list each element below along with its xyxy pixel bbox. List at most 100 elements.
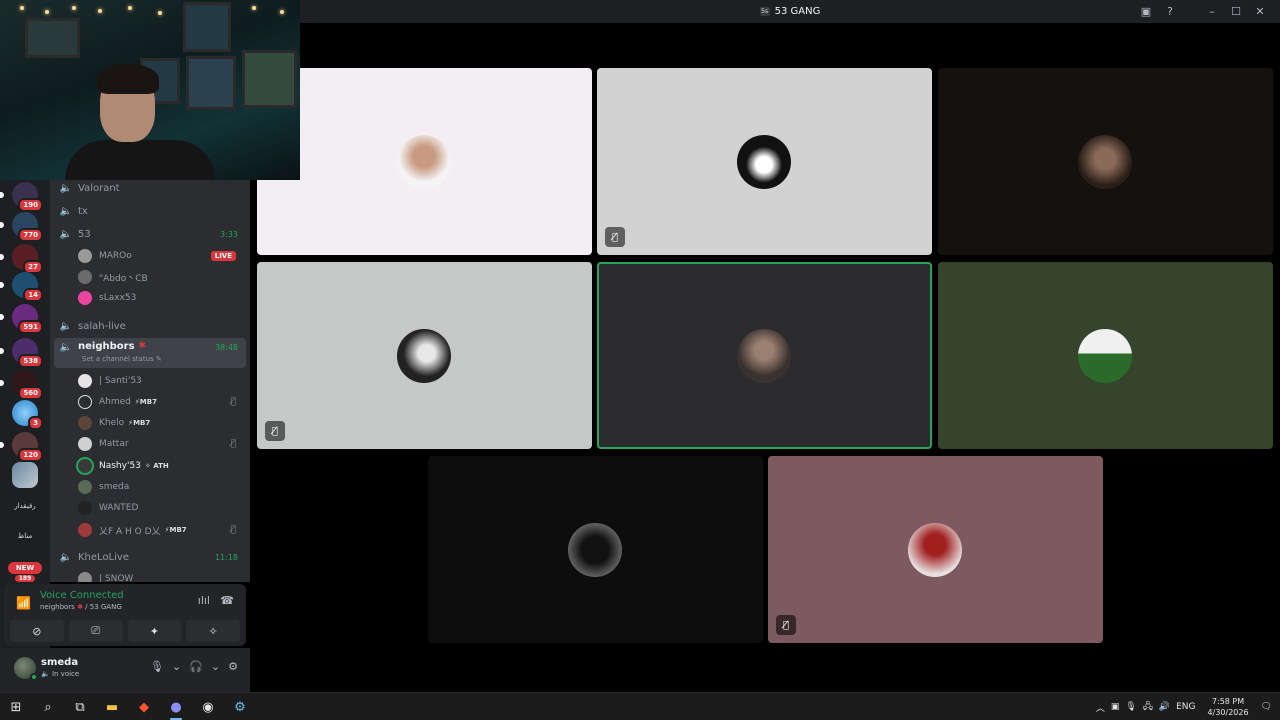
- voice-location[interactable]: neighbors ✱ / 53 GANG: [40, 603, 122, 611]
- server-icon[interactable]: 591: [0, 304, 43, 334]
- noise-suppression-icon[interactable]: ılıl: [198, 594, 210, 607]
- avatar: [78, 270, 92, 284]
- user-name: 乂F A H O D乂: [99, 526, 161, 537]
- unread-pip: [0, 348, 4, 354]
- server-icon[interactable]: 3: [12, 400, 43, 430]
- avatar: [78, 501, 92, 515]
- server-icon[interactable]: 560: [0, 370, 43, 400]
- soundboard-button[interactable]: ✧: [186, 620, 240, 642]
- close-icon[interactable]: ✕: [1250, 3, 1270, 20]
- mic-muted-icon: 🎙̸: [776, 615, 796, 635]
- mention-badge: 190: [18, 198, 43, 212]
- windows-start-icon[interactable]: ⊞: [0, 693, 32, 720]
- voice-user[interactable]: Mattar 🎙̸: [78, 434, 246, 454]
- network-icon[interactable]: 🖧: [1143, 699, 1153, 715]
- activities-button[interactable]: ✦: [127, 620, 182, 642]
- mention-badge: 538: [18, 354, 43, 368]
- user-tag: ⚡MB7: [164, 526, 187, 534]
- user-panel: smeda 🔈 In voice 🎙 ⌄ 🎧 ⌄ ⚙: [0, 648, 250, 692]
- steam-icon[interactable]: ⚙: [224, 693, 256, 720]
- participant-tile[interactable]: [938, 262, 1273, 449]
- participant-tile[interactable]: 🎙̸: [768, 456, 1103, 643]
- server-icon[interactable]: 770: [0, 212, 43, 242]
- volume-icon[interactable]: 🔊: [1159, 702, 1170, 712]
- channel-name: KheLoLive: [78, 551, 129, 563]
- file-explorer-icon[interactable]: ▬: [96, 693, 128, 720]
- screen-share-button[interactable]: ⎚: [68, 620, 123, 642]
- new-badge: NEW: [8, 562, 42, 574]
- clock[interactable]: 7:58 PM 4/30/2026: [1208, 696, 1249, 718]
- search-icon[interactable]: ⌕: [32, 693, 64, 720]
- voice-channel[interactable]: 🔈 Valorant: [54, 180, 246, 198]
- avatar: [1078, 135, 1132, 189]
- minimize-icon[interactable]: –: [1202, 3, 1222, 20]
- help-icon[interactable]: ?: [1160, 3, 1180, 20]
- camera-off-button[interactable]: ⊘: [10, 620, 64, 642]
- username[interactable]: smeda: [41, 657, 78, 668]
- channel-status[interactable]: Set a channel status ✎: [82, 355, 162, 363]
- voice-user[interactable]: Nashy'53 ✧ ATH: [76, 456, 246, 476]
- language-indicator[interactable]: ENG: [1176, 702, 1195, 712]
- participant-tile[interactable]: 🎙̸: [257, 262, 592, 449]
- obs-icon[interactable]: ◉: [192, 693, 224, 720]
- server-name[interactable]: مناظ: [8, 532, 42, 540]
- voice-user[interactable]: Khelo ⚡MB7: [78, 413, 246, 433]
- server-icon[interactable]: 538: [0, 338, 43, 368]
- voice-channel[interactable]: 🔈 tx: [54, 201, 246, 221]
- task-view-icon[interactable]: ⧉: [64, 693, 96, 720]
- server-icon[interactable]: 190: [0, 182, 43, 212]
- server-icon[interactable]: 27: [0, 244, 43, 274]
- user-name: Mattar: [99, 439, 129, 449]
- voice-user[interactable]: smeda: [78, 477, 246, 497]
- server-icon[interactable]: [12, 462, 38, 488]
- gear-icon[interactable]: ⚙: [228, 660, 238, 673]
- online-status: [30, 673, 38, 681]
- chevron-up-icon[interactable]: ︿: [1096, 701, 1105, 714]
- speaker-icon: 🔈: [59, 228, 73, 240]
- mention-badge: 770: [18, 228, 43, 242]
- chevron-down-icon[interactable]: ⌄: [211, 660, 220, 673]
- voice-channel[interactable]: 🔈 salah-live: [54, 316, 246, 336]
- inbox-icon[interactable]: ▣: [1136, 3, 1156, 20]
- participant-tile[interactable]: 🎙̸: [597, 68, 932, 255]
- server-icon[interactable]: 14: [0, 272, 43, 302]
- discord-icon[interactable]: ●: [160, 693, 192, 720]
- channel-name: 53: [78, 228, 91, 240]
- system-tray: ︿ ▣ 🎙 🖧 🔊 ENG 7:58 PM 4/30/2026 🗨: [1096, 693, 1280, 720]
- server-icon[interactable]: 120: [0, 432, 43, 462]
- voice-status-title[interactable]: Voice Connected: [40, 590, 124, 601]
- disconnect-icon[interactable]: ☎: [220, 594, 234, 607]
- voice-user[interactable]: sLaxx53: [78, 288, 246, 308]
- participant-tile[interactable]: [938, 68, 1273, 255]
- user-tag: ⚡MB7: [128, 419, 151, 427]
- voice-channel-active[interactable]: 🔈 neighbors ✱ 38:48 Set a channel status…: [54, 338, 246, 368]
- participant-tile[interactable]: [428, 456, 763, 643]
- user-name: "Abdo丶CB: [99, 273, 148, 284]
- tray-app-icon[interactable]: ▣: [1111, 702, 1120, 712]
- chevron-down-icon[interactable]: ⌄: [172, 660, 181, 673]
- mention-badge: 3: [28, 416, 43, 430]
- avatar: [78, 249, 92, 263]
- voice-user[interactable]: MAROo LIVE: [78, 246, 246, 266]
- participant-tile[interactable]: [257, 68, 592, 255]
- voice-user[interactable]: Ahmed ⚡MB7 🎙̸: [78, 392, 246, 412]
- participant-tile-speaking[interactable]: [597, 262, 932, 449]
- voice-user[interactable]: "Abdo丶CB: [78, 267, 246, 287]
- microphone-icon[interactable]: 🎙: [150, 660, 164, 673]
- connection-signal-icon[interactable]: 📶: [16, 596, 31, 610]
- voice-user[interactable]: | Santi'53: [78, 371, 246, 391]
- taskbar-apps: ⊞ ⌕ ⧉ ▬ ◆ ● ◉ ⚙: [0, 693, 256, 720]
- unread-pip: [0, 314, 4, 320]
- voice-channel[interactable]: 🔈 53 3:33: [54, 224, 246, 244]
- maximize-icon[interactable]: ☐: [1226, 3, 1246, 20]
- channel-name: Valorant: [78, 182, 120, 194]
- voice-channel[interactable]: 🔈 KheLoLive 11:18: [54, 547, 246, 567]
- voice-user[interactable]: | SNOW: [78, 569, 246, 582]
- headphones-icon[interactable]: 🎧: [189, 660, 203, 673]
- brave-browser-icon[interactable]: ◆: [128, 693, 160, 720]
- voice-user[interactable]: WANTED: [78, 498, 246, 518]
- server-name[interactable]: رفيقدار: [8, 502, 42, 510]
- microphone-icon[interactable]: 🎙: [1125, 702, 1136, 712]
- notification-icon[interactable]: 🗨: [1261, 702, 1272, 712]
- voice-user[interactable]: 乂F A H O D乂 ⚡MB7 🎙̸: [78, 520, 246, 540]
